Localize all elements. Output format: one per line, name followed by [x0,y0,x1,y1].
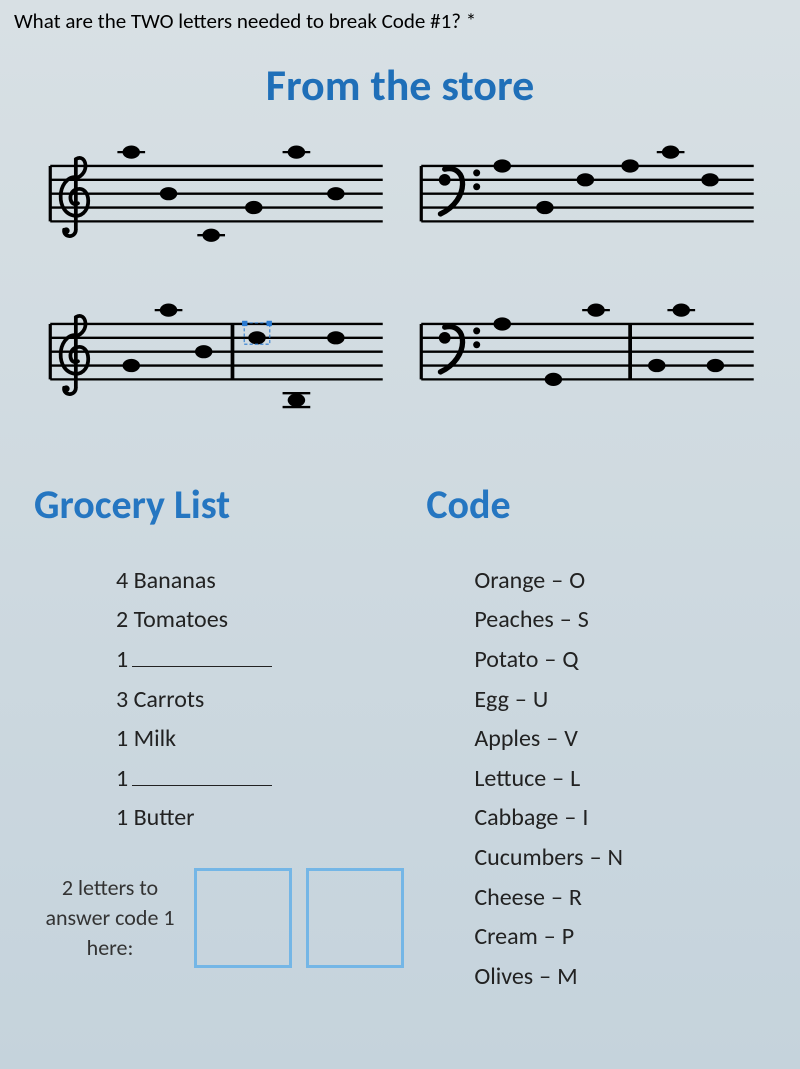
answer-box-2[interactable] [306,868,404,968]
grocery-item: 4 Bananas [116,561,406,601]
code-item: Egg–U [474,680,770,720]
code-heading: Code [426,480,770,529]
code-item: Peaches–S [474,600,770,640]
staff-1 [46,134,387,262]
code-item: Cucumbers–N [474,838,770,878]
grocery-blank[interactable] [132,645,272,667]
answer-box-1[interactable] [194,868,292,968]
code-item: Cream–P [474,917,770,957]
music-staves [0,134,800,420]
code-item: Potato–Q [474,640,770,680]
code-item: Cabbage–I [474,798,770,838]
grocery-item: 1 [116,640,406,680]
grocery-heading: Grocery List [34,480,406,529]
grocery-list: 4 Bananas2 Tomatoes13 Carrots1 Milk11 Bu… [34,561,406,838]
answer-label: 2 letters to answer code 1 here: [40,873,180,962]
staff-2 [417,134,758,262]
code-column: Code Orange–OPeaches–SPotato–QEgg–UApple… [426,480,770,997]
grocery-item: 1 Milk [116,719,406,759]
code-item: Apples–V [474,719,770,759]
staff-3 [46,292,387,420]
grocery-blank[interactable] [132,764,272,786]
answer-area: 2 letters to answer code 1 here: [34,868,406,968]
question-text: What are the TWO letters needed to break… [0,0,800,52]
code-item: Olives–M [474,957,770,997]
code-item: Orange–O [474,561,770,601]
main-title: From the store [0,58,800,112]
grocery-item: 1 [116,759,406,799]
code-item: Cheese–R [474,878,770,918]
code-item: Lettuce–L [474,759,770,799]
staff-4 [417,292,758,420]
code-list: Orange–OPeaches–SPotato–QEgg–UApples–VLe… [426,561,770,997]
grocery-item: 2 Tomatoes [116,600,406,640]
grocery-column: Grocery List 4 Bananas2 Tomatoes13 Carro… [34,480,406,997]
grocery-item: 3 Carrots [116,680,406,720]
grocery-item: 1 Butter [116,798,406,838]
